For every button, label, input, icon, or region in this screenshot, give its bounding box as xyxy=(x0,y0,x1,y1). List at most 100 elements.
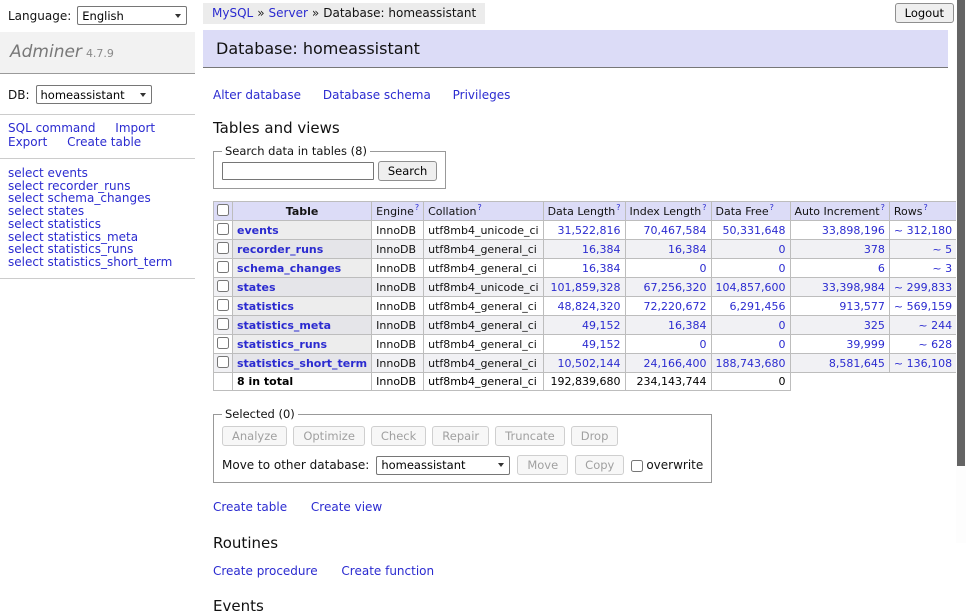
help-link[interactable]: ? xyxy=(415,203,419,212)
table-link[interactable]: states xyxy=(237,281,276,294)
table-body: eventsInnoDButf8mb4_unicode_ci31,522,816… xyxy=(214,221,966,391)
app-version: 4.7.9 xyxy=(86,47,114,60)
optimize-button: Optimize xyxy=(293,426,365,446)
help-link[interactable]: ? xyxy=(881,203,885,212)
overwrite-checkbox[interactable] xyxy=(631,460,643,472)
data-length-cell: 49,152 xyxy=(543,335,625,354)
auto-increment-cell: 378 xyxy=(790,240,889,259)
auto-increment-cell: 913,577 xyxy=(790,297,889,316)
row-checkbox[interactable] xyxy=(217,242,229,254)
database-nav-links: Alter database Database schema Privilege… xyxy=(213,88,948,102)
vertical-scrollbar[interactable] xyxy=(956,0,966,543)
table-link[interactable]: recorder_runs xyxy=(237,243,323,256)
collation-cell: utf8mb4_general_ci xyxy=(424,240,543,259)
row-checkbox[interactable] xyxy=(217,337,229,349)
db-select[interactable]: homeassistant xyxy=(36,85,152,104)
rows-count-cell: ~ 312,180 xyxy=(889,221,956,240)
create-table-link[interactable]: Create table xyxy=(213,500,287,514)
rows-count-link[interactable]: ~ 628 xyxy=(918,338,952,351)
create-procedure-link[interactable]: Create procedure xyxy=(213,564,318,578)
repair-button: Repair xyxy=(432,426,489,446)
data-free-cell: 6,291,456 xyxy=(711,297,790,316)
sidebar-link-sql-command[interactable]: SQL command xyxy=(8,121,95,135)
engine-cell: InnoDB xyxy=(372,259,424,278)
rows-count-link[interactable]: ~ 312,180 xyxy=(894,224,952,237)
table-name-cell: statistics_meta xyxy=(233,316,372,335)
alter-database-link[interactable]: Alter database xyxy=(213,88,301,102)
help-link[interactable]: ? xyxy=(770,203,774,212)
search-button[interactable]: Search xyxy=(378,161,438,181)
help-link[interactable]: ? xyxy=(702,203,706,212)
table-link[interactable]: statistics_meta xyxy=(237,319,331,332)
privileges-link[interactable]: Privileges xyxy=(453,88,511,102)
auto-increment-cell: 325 xyxy=(790,316,889,335)
total-data-length-cell: 192,839,680 xyxy=(543,373,625,391)
data-free-cell: 188,743,680 xyxy=(711,354,790,373)
drop-button: Drop xyxy=(571,426,619,446)
language-select[interactable]: English xyxy=(77,6,187,25)
search-fieldset: Search data in tables (8) Search xyxy=(213,144,446,189)
table-link[interactable]: statistics_runs xyxy=(237,338,327,351)
sidebar-item-select-events[interactable]: select events xyxy=(8,167,187,180)
rows-count-link[interactable]: ~ 569,159 xyxy=(894,300,952,313)
engine-cell: InnoDB xyxy=(372,221,424,240)
data-length-cell: 48,824,320 xyxy=(543,297,625,316)
row-select-cell xyxy=(214,278,233,297)
routines-links-row: Create procedure Create function xyxy=(213,564,948,578)
create-view-link[interactable]: Create view xyxy=(311,500,382,514)
routines-heading: Routines xyxy=(213,534,948,552)
data-free-cell: 50,331,648 xyxy=(711,221,790,240)
search-input[interactable] xyxy=(222,162,374,180)
row-checkbox[interactable] xyxy=(217,280,229,292)
sidebar-item-select-states[interactable]: select states xyxy=(8,205,187,218)
database-schema-link[interactable]: Database schema xyxy=(323,88,431,102)
breadcrumb-link-server[interactable]: Server xyxy=(269,6,308,20)
rows-count-cell: ~ 3 xyxy=(889,259,956,278)
row-checkbox[interactable] xyxy=(217,356,229,368)
table-link[interactable]: events xyxy=(237,224,279,237)
help-link[interactable]: ? xyxy=(477,203,481,212)
row-select-cell xyxy=(214,259,233,278)
rows-count-link[interactable]: ~ 244 xyxy=(918,319,952,332)
row-checkbox[interactable] xyxy=(217,318,229,330)
row-checkbox[interactable] xyxy=(217,223,229,235)
tables-overview-table: TableEngine?Collation?Data Length?Index … xyxy=(213,201,966,391)
col-header-auto-increment: Auto Increment? xyxy=(790,202,889,221)
index-length-cell: 70,467,584 xyxy=(625,221,711,240)
table-link[interactable]: schema_changes xyxy=(237,262,341,275)
sidebar-table-list: select events select recorder_runs selec… xyxy=(0,159,195,278)
sidebar-item-select-statistics[interactable]: select statistics xyxy=(8,218,187,231)
table-link[interactable]: statistics_short_term xyxy=(237,357,367,370)
create-function-link[interactable]: Create function xyxy=(341,564,434,578)
engine-cell: InnoDB xyxy=(372,354,424,373)
rows-count-link[interactable]: ~ 5 xyxy=(932,243,952,256)
help-link[interactable]: ? xyxy=(923,203,927,212)
collation-cell: utf8mb4_general_ci xyxy=(424,297,543,316)
sidebar-link-export[interactable]: Export xyxy=(8,135,47,149)
data-free-cell: 0 xyxy=(711,240,790,259)
auto-increment-cell: 8,581,645 xyxy=(790,354,889,373)
scrollbar-thumb[interactable] xyxy=(957,0,965,466)
sidebar-item-select-statistics-short-term[interactable]: select statistics_short_term xyxy=(8,256,187,269)
rows-count-link[interactable]: ~ 299,833 xyxy=(894,281,952,294)
check-button: Check xyxy=(371,426,426,446)
rows-count-cell: ~ 628 xyxy=(889,335,956,354)
breadcrumb-link-mysql[interactable]: MySQL xyxy=(212,6,253,20)
breadcrumb: MySQL»Server»Database: homeassistant xyxy=(203,3,485,24)
auto-increment-cell: 33,398,984 xyxy=(790,278,889,297)
select-all-checkbox[interactable] xyxy=(217,204,229,216)
index-length-cell: 24,166,400 xyxy=(625,354,711,373)
logout-button[interactable]: Logout xyxy=(895,3,954,23)
sidebar-link-create-table[interactable]: Create table xyxy=(67,135,141,149)
table-link[interactable]: statistics xyxy=(237,300,294,313)
row-checkbox[interactable] xyxy=(217,261,229,273)
rows-count-link[interactable]: ~ 136,108 xyxy=(894,357,952,370)
move-database-select[interactable]: homeassistant xyxy=(376,456,510,475)
sidebar-link-import[interactable]: Import xyxy=(115,121,155,135)
row-checkbox[interactable] xyxy=(217,299,229,311)
help-link[interactable]: ? xyxy=(616,203,620,212)
language-label: Language: xyxy=(8,9,71,23)
collation-cell: utf8mb4_general_ci xyxy=(424,316,543,335)
table-name-cell: events xyxy=(233,221,372,240)
rows-count-link[interactable]: ~ 3 xyxy=(932,262,952,275)
